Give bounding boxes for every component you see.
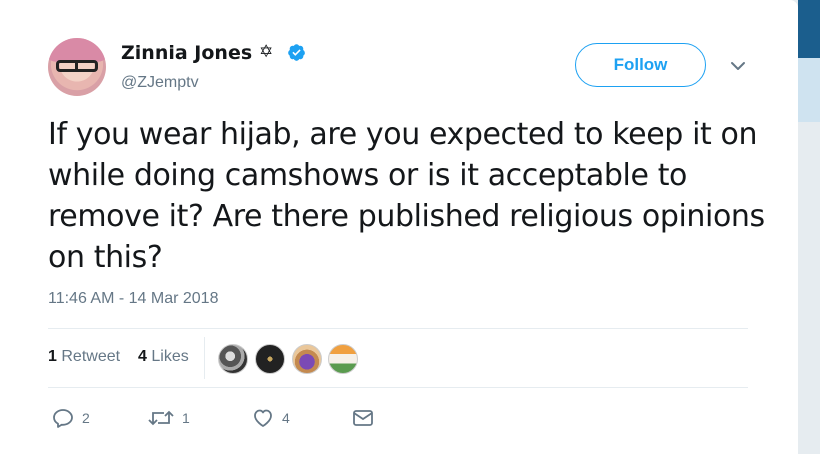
avatar-hair — [48, 38, 106, 62]
heart-icon — [254, 409, 272, 427]
likes-label: Likes — [151, 348, 189, 365]
avatar-glasses — [56, 60, 98, 72]
background-strip-light — [798, 58, 820, 122]
reply-icon — [53, 409, 73, 428]
direct-message-button[interactable] — [352, 406, 374, 430]
like-count: 4 — [282, 410, 290, 426]
retweets-label: Retweet — [61, 348, 121, 365]
tweet-text: If you wear hijab, are you expected to k… — [48, 117, 765, 275]
background-strip — [798, 0, 820, 58]
retweet-icon — [148, 410, 174, 426]
chevron-down-icon[interactable] — [730, 60, 746, 72]
liker-avatar[interactable] — [328, 344, 358, 374]
follow-button[interactable]: Follow — [575, 43, 706, 87]
background-edge — [798, 0, 820, 454]
likes-stat[interactable]: 4 Likes — [138, 348, 189, 366]
liker-avatar[interactable] — [292, 344, 322, 374]
divider — [48, 387, 748, 388]
liker-avatar[interactable] — [218, 344, 248, 374]
verified-badge-icon — [288, 44, 305, 61]
user-name[interactable]: Zinnia Jones — [121, 42, 252, 64]
like-button[interactable]: 4 — [252, 406, 290, 430]
retweet-count: 1 — [182, 410, 190, 426]
liker-avatar[interactable] — [255, 344, 285, 374]
reply-count: 2 — [82, 410, 90, 426]
user-handle[interactable]: @ZJemptv — [121, 74, 199, 92]
tweet-card: Zinnia Jones ✡ @ZJemptv Follow If you we… — [0, 0, 798, 454]
tweet-timestamp[interactable]: 11:46 AM - 14 Mar 2018 — [48, 290, 218, 308]
retweets-stat[interactable]: 1 Retweet — [48, 348, 120, 366]
name-symbol: ✡ — [259, 42, 274, 62]
reply-button[interactable]: 2 — [52, 406, 90, 430]
stats-separator — [204, 337, 205, 379]
likes-count: 4 — [138, 348, 147, 365]
divider — [48, 328, 748, 329]
retweet-button[interactable]: 1 — [148, 406, 190, 430]
retweets-count: 1 — [48, 348, 57, 365]
envelope-icon — [353, 410, 373, 426]
avatar[interactable] — [48, 38, 106, 96]
